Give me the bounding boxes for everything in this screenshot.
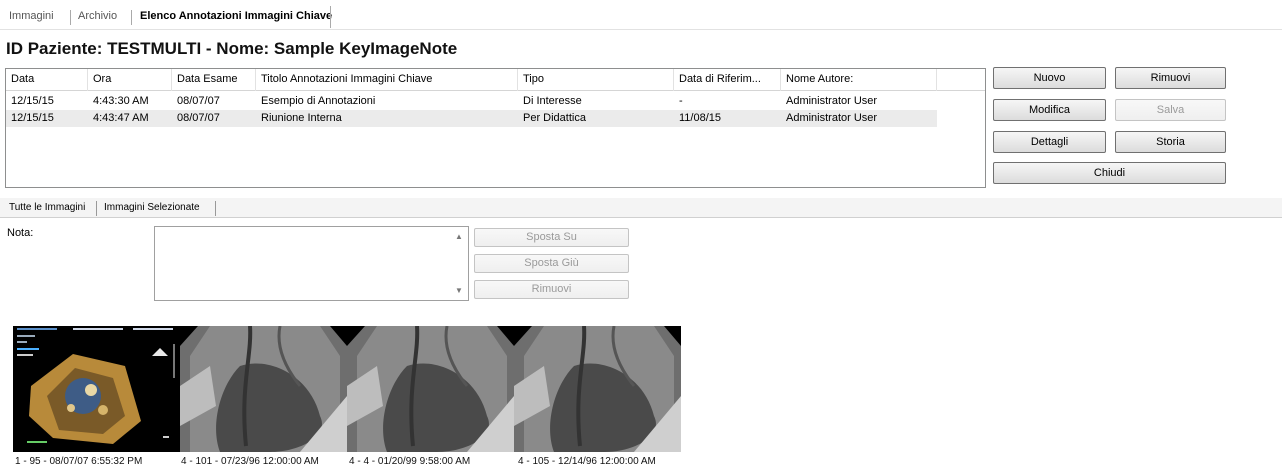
page-title: ID Paziente: TESTMULTI - Nome: Sample Ke…	[6, 39, 458, 58]
cell-nome-autore: Administrator User	[786, 112, 878, 124]
chiudi-button[interactable]: Chiudi	[993, 162, 1226, 184]
tab-separator	[215, 201, 216, 216]
thumbnail-image[interactable]	[180, 326, 347, 452]
thumbnail-caption: 1 - 95 - 08/07/07 6:55:32 PM	[15, 456, 143, 467]
cell-tipo: Per Didattica	[523, 112, 586, 124]
annotations-grid[interactable]: Data Ora Data Esame Titolo Annotazioni I…	[5, 68, 986, 188]
col-header-filler	[937, 69, 985, 91]
salva-button[interactable]: Salva	[1115, 99, 1226, 121]
thumbnail-image[interactable]	[514, 326, 681, 452]
cell-tipo: Di Interesse	[523, 95, 582, 107]
thumbnail-image[interactable]	[13, 326, 180, 452]
cell-titolo: Esempio di Annotazioni	[261, 95, 376, 107]
nota-scrollbar[interactable]: ▲ ▼	[451, 227, 468, 300]
cell-ora: 4:43:30 AM	[93, 95, 149, 107]
thumbnail-caption: 4 - 105 - 12/14/96 12:00:00 AM	[518, 456, 656, 467]
cell-data-riferimento: -	[679, 95, 683, 107]
tab-archivio[interactable]: Archivio	[78, 10, 117, 22]
scroll-up-icon[interactable]: ▲	[455, 232, 463, 241]
tab-immagini[interactable]: Immagini	[9, 10, 54, 22]
tab-separator	[70, 10, 71, 25]
tab-separator	[96, 201, 97, 216]
angiography-image	[514, 326, 681, 452]
cell-titolo: Riunione Interna	[261, 112, 342, 124]
thumbnail-caption: 4 - 101 - 07/23/96 12:00:00 AM	[181, 456, 319, 467]
dettagli-button[interactable]: Dettagli	[993, 131, 1106, 153]
tab-tutte-le-immagini[interactable]: Tutte le Immagini	[9, 202, 85, 213]
sposta-giu-button[interactable]: Sposta Giù	[474, 254, 629, 273]
cell-data: 12/15/15	[11, 95, 54, 107]
nota-textarea[interactable]: ▲ ▼	[154, 226, 469, 301]
sposta-su-button[interactable]: Sposta Su	[474, 228, 629, 247]
table-row[interactable]: 12/15/15 4:43:30 AM 08/07/07 Esempio di …	[6, 93, 937, 110]
tab-separator	[131, 10, 132, 25]
rimuovi-button[interactable]: Rimuovi	[1115, 67, 1226, 89]
col-header-titolo[interactable]: Titolo Annotazioni Immagini Chiave	[256, 69, 518, 91]
ultrasound-image	[13, 326, 180, 452]
cell-nome-autore: Administrator User	[786, 95, 878, 107]
nuovo-button[interactable]: Nuovo	[993, 67, 1106, 89]
scroll-down-icon[interactable]: ▼	[455, 286, 463, 295]
cell-ora: 4:43:47 AM	[93, 112, 149, 124]
tab-immagini-selezionate[interactable]: Immagini Selezionate	[104, 202, 200, 213]
rimuovi-nota-button[interactable]: Rimuovi	[474, 280, 629, 299]
col-header-nome-autore[interactable]: Nome Autore:	[781, 69, 937, 91]
angiography-image	[180, 326, 347, 452]
image-tab-bar: Tutte le Immagini Immagini Selezionate	[0, 198, 1282, 218]
cell-data: 12/15/15	[11, 112, 54, 124]
col-header-data-esame[interactable]: Data Esame	[172, 69, 256, 91]
col-header-tipo[interactable]: Tipo	[518, 69, 674, 91]
table-row[interactable]: 12/15/15 4:43:47 AM 08/07/07 Riunione In…	[6, 110, 937, 127]
tab-separator	[330, 6, 331, 28]
col-header-data-riferimento[interactable]: Data di Riferim...	[674, 69, 781, 91]
storia-button[interactable]: Storia	[1115, 131, 1226, 153]
col-header-ora[interactable]: Ora	[88, 69, 172, 91]
top-tab-bar: Immagini Archivio Elenco Annotazioni Imm…	[0, 0, 1282, 30]
grid-header: Data Ora Data Esame Titolo Annotazioni I…	[6, 69, 985, 91]
cell-data-esame: 08/07/07	[177, 95, 220, 107]
cell-data-riferimento: 11/08/15	[679, 112, 722, 124]
nota-label: Nota:	[7, 227, 34, 239]
chiudi-label: Chiudi	[1093, 167, 1126, 179]
cell-data-esame: 08/07/07	[177, 112, 220, 124]
col-header-data[interactable]: Data	[6, 69, 88, 91]
angiography-image	[347, 326, 514, 452]
thumbnail-caption: 4 - 4 - 01/20/99 9:58:00 AM	[349, 456, 471, 467]
thumbnail-image[interactable]	[347, 326, 514, 452]
modifica-button[interactable]: Modifica	[993, 99, 1106, 121]
tab-elenco-annotazioni[interactable]: Elenco Annotazioni Immagini Chiave	[140, 10, 332, 22]
